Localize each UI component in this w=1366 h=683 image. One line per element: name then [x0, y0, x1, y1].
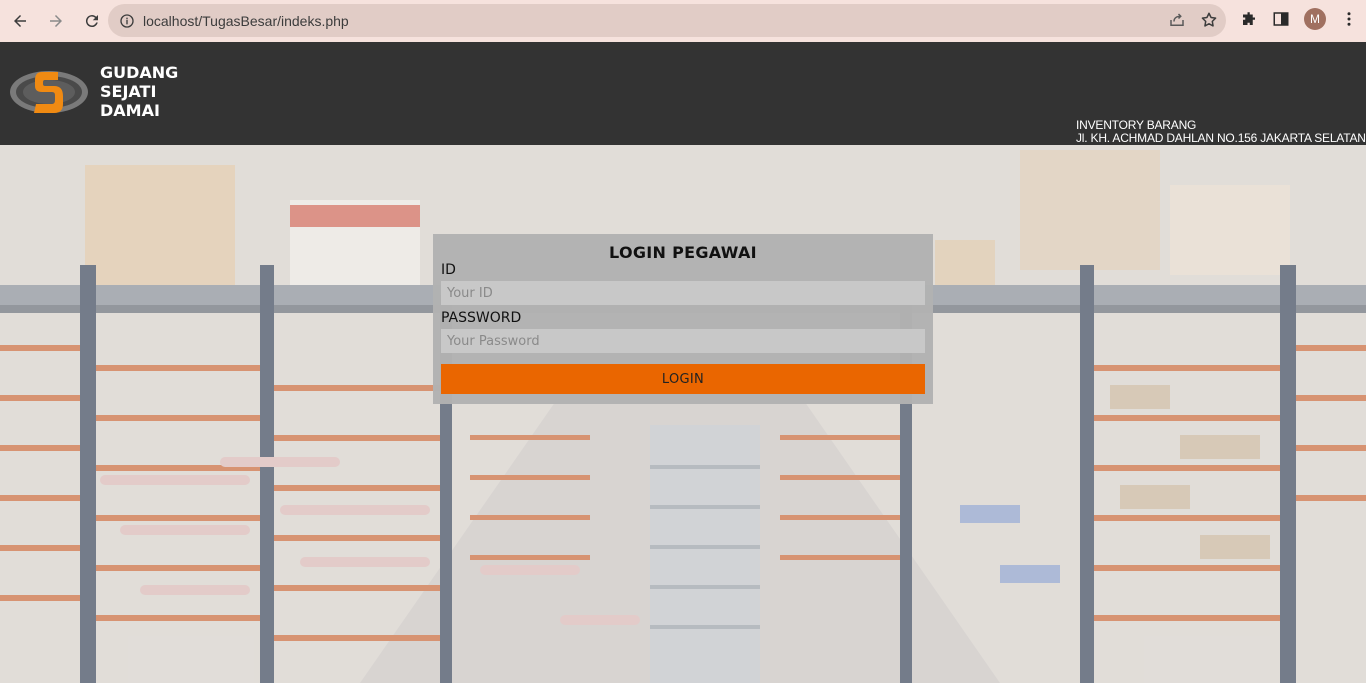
- password-input[interactable]: [441, 329, 925, 353]
- site-header: GUDANG SEJATI DAMAI INVENTORY BARANG Jl.…: [0, 42, 1366, 145]
- password-label: PASSWORD: [441, 310, 522, 326]
- share-icon[interactable]: [1168, 11, 1186, 29]
- company-logo-icon: [10, 71, 88, 113]
- brand-line-2: SEJATI: [100, 82, 157, 101]
- bookmark-star-icon[interactable]: [1200, 11, 1218, 29]
- brand-name: GUDANG SEJATI DAMAI: [100, 63, 178, 120]
- reload-icon[interactable]: [76, 5, 108, 37]
- extensions-icon[interactable]: [1240, 10, 1258, 28]
- company-address: INVENTORY BARANG Jl. KH. ACHMAD DAHLAN N…: [1076, 119, 1366, 145]
- side-panel-icon[interactable]: [1272, 10, 1290, 28]
- background-veil: [0, 145, 1366, 683]
- login-title: LOGIN PEGAWAI: [609, 243, 757, 262]
- brand-line-1: GUDANG: [100, 63, 179, 82]
- back-icon[interactable]: [4, 5, 36, 37]
- forward-icon[interactable]: [40, 5, 72, 37]
- address-bar[interactable]: localhost/TugasBesar/indeks.php: [108, 4, 1226, 37]
- brand-line-3: DAMAI: [100, 101, 160, 120]
- warehouse-background-image: [0, 145, 1366, 683]
- login-form: LOGIN PEGAWAI ID PASSWORD LOGIN: [433, 234, 933, 404]
- login-button[interactable]: LOGIN: [441, 364, 925, 394]
- site-info-icon[interactable]: [119, 13, 135, 29]
- id-input[interactable]: [441, 281, 925, 305]
- menu-kebab-icon[interactable]: [1340, 10, 1358, 28]
- id-label: ID: [441, 262, 456, 278]
- browser-toolbar: localhost/TugasBesar/indeks.php M: [0, 0, 1366, 42]
- url-text[interactable]: localhost/TugasBesar/indeks.php: [143, 13, 349, 29]
- profile-avatar[interactable]: M: [1304, 8, 1326, 30]
- address-line-2: Jl. KH. ACHMAD DAHLAN NO.156 JAKARTA SEL…: [1076, 131, 1366, 145]
